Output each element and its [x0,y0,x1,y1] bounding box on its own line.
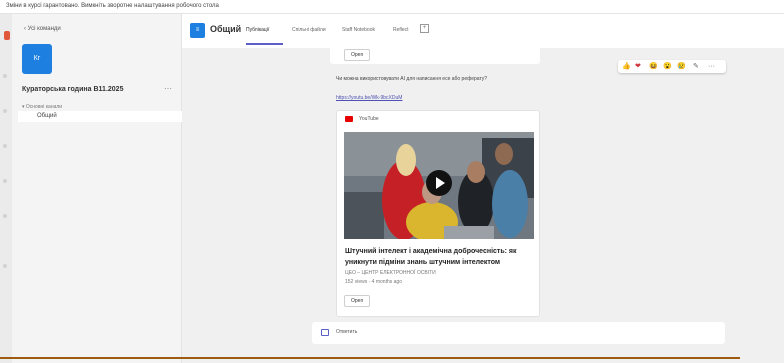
active-tab-indicator [246,43,283,45]
video-channel: ЦЕО – ЦЕНТР ЕЛЕКТРОННОЇ ОСВІТИ [345,270,436,276]
link-source: YouTube [359,116,379,122]
video-stats: 152 views · 4 months ago [345,279,402,285]
notification-text: Зміни в курсі гарантовано. Вимкніть звор… [6,3,219,9]
reply-bar[interactable]: Ответить [312,322,725,344]
sad-icon[interactable]: 😢 [677,62,686,71]
team-avatar[interactable]: Кг [22,44,52,74]
channel-icon: ≡ [190,23,205,38]
message-text: Чи можна використовувати AI для написанн… [336,76,488,82]
open-video-button[interactable]: Open [344,295,371,307]
video-title[interactable]: Штучний інтелект і академічна доброчесні… [345,246,535,268]
open-button[interactable]: Open [344,49,371,61]
tab-reflect[interactable]: Reflect [393,27,409,33]
edit-icon[interactable]: ✎ [693,62,699,71]
back-to-teams-link[interactable]: ‹ Усі команди [24,26,61,32]
rail-dot-icon[interactable] [3,109,7,113]
sidebar-item-general[interactable]: Общий [18,111,182,122]
laugh-icon[interactable]: 😆 [649,62,658,71]
previous-post-card: Open [330,48,540,64]
channel-header: ≡ Общий Публікації Спільні файли Staff N… [182,14,784,48]
rail-dot-icon[interactable] [3,264,7,268]
channels-header[interactable]: ▾ Основні канали [22,104,62,110]
rail-dot-icon[interactable] [3,74,7,78]
more-options-icon[interactable]: ··· [708,62,715,71]
surprised-icon[interactable]: 😮 [663,62,672,71]
rail-dot-icon[interactable] [3,214,7,218]
rail-dot-icon[interactable] [3,179,7,183]
team-more-button[interactable]: ··· [164,84,172,93]
bottom-border [0,357,740,359]
tab-files[interactable]: Спільні файли [292,27,326,33]
team-sidebar: ‹ Усі команди Кг Кураторська година В11.… [12,14,182,363]
tab-staff-notebook[interactable]: Staff Notebook [342,27,375,33]
team-name: Кураторська година В11.2025 [22,86,124,93]
youtube-preview-card: YouTube Штучний інтелект і академічна до… [336,110,540,317]
rail-dot-icon[interactable] [3,144,7,148]
channel-title: Общий [210,24,242,34]
add-tab-button[interactable]: + [420,24,429,33]
video-thumbnail[interactable] [344,132,534,239]
youtube-icon [345,116,353,122]
heart-icon[interactable]: ❤ [635,62,641,71]
reaction-toolbar: 👍 ❤ 😆 😮 😢 ✎ ··· [618,60,726,73]
message-link[interactable]: https://youtu.be/Wk-9bcXDuM [336,95,402,101]
play-icon [436,177,445,189]
app-indicator-icon[interactable] [4,31,10,40]
sidebar-item-label: Общий [37,113,57,119]
reply-label: Ответить [336,329,358,335]
notification-bar: Зміни в курсі гарантовано. Вимкніть звор… [0,0,784,14]
tab-posts[interactable]: Публікації [246,27,269,33]
like-icon[interactable]: 👍 [622,62,631,71]
play-button[interactable] [426,170,452,196]
reply-icon [321,329,329,336]
app-rail [0,14,12,363]
